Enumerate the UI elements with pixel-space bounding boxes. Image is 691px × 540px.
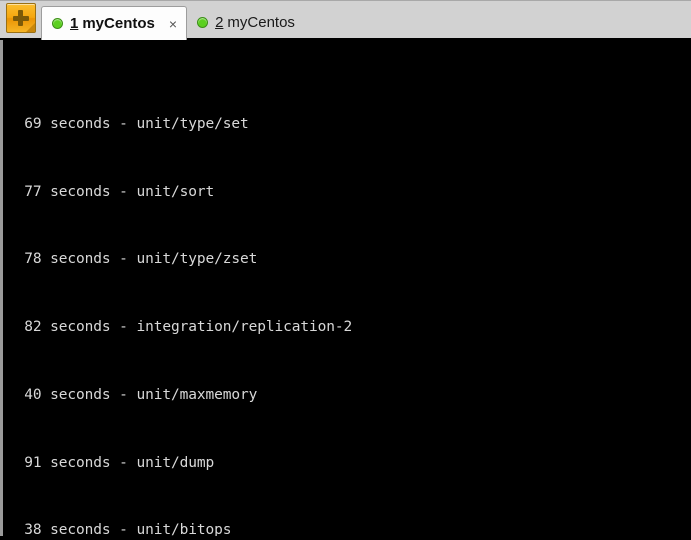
tab-title-label: myCentos bbox=[82, 15, 155, 32]
close-icon[interactable]: × bbox=[169, 17, 177, 31]
test-result-line: 38 seconds - unit/bitops bbox=[7, 522, 232, 536]
test-result-line: 82 seconds - integration/replication-2 bbox=[7, 319, 353, 336]
page-fold-icon bbox=[26, 23, 35, 32]
connection-status-dot-icon bbox=[197, 16, 209, 28]
tab-index-label: 2 bbox=[215, 13, 224, 31]
terminal-window: 1 myCentos × 2 myCentos 69 seconds - uni… bbox=[0, 0, 691, 540]
terminal-text: 69 seconds - unit/type/set 77 seconds - … bbox=[3, 45, 691, 536]
new-tab-button[interactable] bbox=[6, 3, 36, 33]
test-result-line: 78 seconds - unit/type/zset bbox=[7, 251, 258, 268]
test-result-line: 69 seconds - unit/type/set bbox=[7, 115, 249, 132]
plus-icon-vertical bbox=[18, 10, 23, 26]
terminal-output-area[interactable]: 69 seconds - unit/type/set 77 seconds - … bbox=[0, 40, 691, 536]
connection-status-dot-icon bbox=[52, 18, 63, 29]
tab-title-label: myCentos bbox=[227, 13, 295, 31]
test-result-line: 77 seconds - unit/sort bbox=[7, 183, 215, 200]
tab-bar: 1 myCentos × 2 myCentos bbox=[0, 0, 691, 42]
tab-1-mycentos[interactable]: 1 myCentos × bbox=[41, 6, 188, 40]
test-result-line: 40 seconds - unit/maxmemory bbox=[7, 386, 258, 403]
test-result-line: 91 seconds - unit/dump bbox=[7, 454, 215, 471]
tab-index-label: 1 bbox=[70, 15, 79, 32]
tab-2-mycentos[interactable]: 2 myCentos bbox=[187, 6, 304, 38]
